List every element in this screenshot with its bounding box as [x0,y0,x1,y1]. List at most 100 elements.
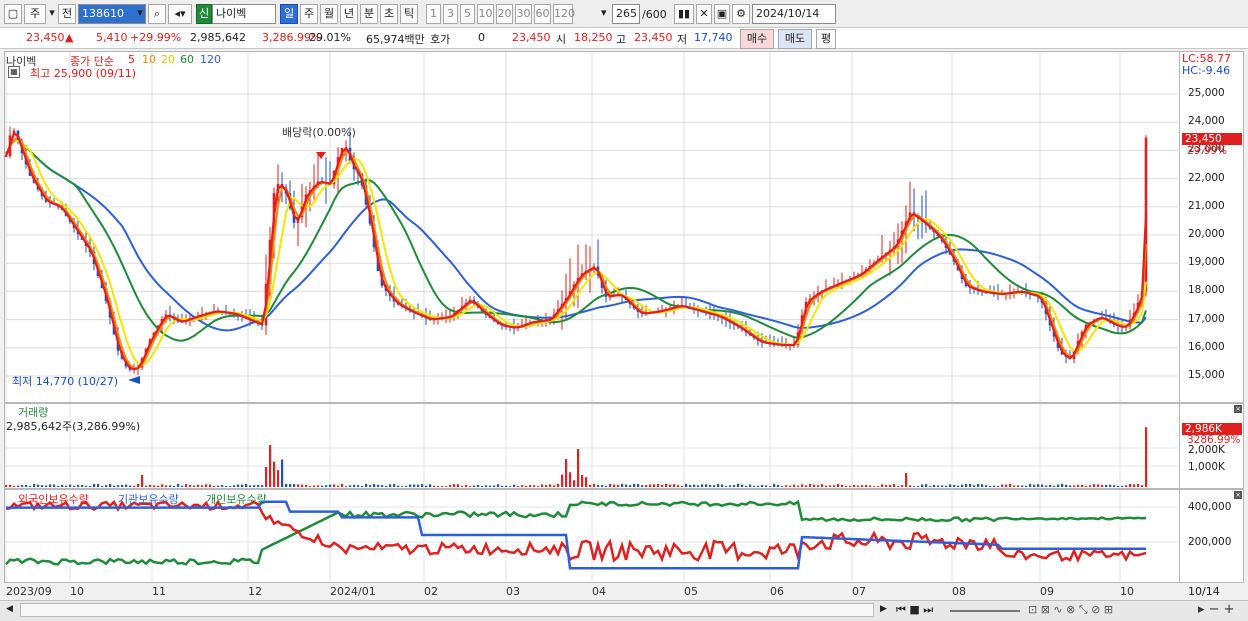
volume-bar [589,484,592,487]
volume-bar [17,485,20,487]
volume-bar [141,475,144,487]
volume-bar [653,484,656,487]
volume-bar [297,484,300,487]
volume-bar [561,474,564,487]
volume-bar [909,485,912,487]
volume-bar [1097,484,1100,487]
volume-bar [109,483,112,487]
volume-bar [117,485,120,487]
series-individual: 개인보유수량 [206,493,267,506]
volume-bar [137,483,140,487]
scroll-right-icon[interactable]: ▶ [880,604,887,614]
volume-bar [865,484,868,487]
volume-bar [189,485,192,487]
volume-bar [557,483,560,487]
volume-bar [657,484,660,487]
x-tick: 12 [248,585,262,598]
volume-bar [957,485,960,487]
volume-bar [965,484,968,487]
volume-bar [273,461,276,487]
chart-canvas[interactable] [0,0,1248,600]
volume-bar [445,486,448,487]
volume-bar [1113,485,1116,487]
volume-bar [753,485,756,487]
volume-bar [133,485,136,487]
ma120-line [5,139,1147,332]
volume-bar [781,486,784,487]
close-icon[interactable]: × [1234,405,1242,413]
volume-bar [925,484,928,487]
volume-bar [761,484,764,487]
volume-info: 2,985,642주(3,286.99%) [6,420,141,433]
series-institution: 기관보유수량 [118,493,179,506]
calculator-icon[interactable]: ▦ [8,66,20,78]
volume-bar [349,485,352,487]
volume-bar [949,484,952,487]
volume-bar [777,484,780,487]
volume-bar [585,477,588,487]
zoom-buttons[interactable]: ▸ − + [1198,602,1235,617]
bottom-scrollbar[interactable]: ◀ ▶ ⏮ ■ ⏭ ⊡ ⊠ ∿ ⊗ ⤡ ⊘ ⊞ ▸ − + [0,600,1248,621]
volume-bar [981,484,984,487]
volume-bar [357,485,360,487]
zoom-slider[interactable] [950,610,1020,612]
volume-bar [533,485,536,487]
volume-bar [201,485,204,487]
volume-bar [977,483,980,487]
price-tick: 25,000 [1188,87,1225,99]
volume-bar [89,486,92,487]
volume-bar [837,484,840,487]
volume-bar [1077,484,1080,487]
volume-bar [261,485,264,487]
volume-bar [489,485,492,487]
dividend-note: 배당락(0.00%) [282,126,356,139]
volume-bar [1033,484,1036,487]
close-icon[interactable]: × [1234,491,1242,499]
volume-bar [497,484,500,487]
volume-bar [493,485,496,487]
volume-bar [1005,484,1008,487]
volume-bar [737,483,740,487]
vol-tick-1000k: 1,000K [1188,461,1225,473]
volume-bar [325,485,328,487]
volume-bar [281,459,284,487]
volume-bar [729,485,732,487]
volume-bar [1133,484,1136,487]
vol-tick-2000k: 2,000K [1188,444,1225,456]
volume-bar [453,484,456,487]
volume-bar [49,484,52,487]
volume-bar [381,485,384,487]
volume-bar [213,485,216,487]
volume-bar [765,485,768,487]
volume-bar [353,484,356,487]
x-tick: 11 [152,585,166,598]
volume-bar [1073,485,1076,487]
volume-bar [857,485,860,487]
volume-bar [641,485,644,487]
volume-bar [205,484,208,487]
volume-bar [529,485,532,487]
volume-bar [169,485,172,487]
volume-bar [537,486,540,487]
volume-bar [681,486,684,487]
volume-bar [841,484,844,487]
volume-bar [785,485,788,487]
scroll-left-icon[interactable]: ◀ [6,604,13,614]
tool-icons[interactable]: ⊡ ⊠ ∿ ⊗ ⤡ ⊘ ⊞ [1028,603,1113,617]
x-tick: 08 [952,585,966,598]
volume-bar [305,484,308,487]
volume-bar [365,483,368,487]
volume-bar [385,485,388,487]
volume-bar [621,484,624,487]
volume-bar [685,483,688,487]
scroll-track[interactable] [20,603,874,617]
x-tick: 03 [506,585,520,598]
volume-bar [37,484,40,487]
playback-controls[interactable]: ⏮ ■ ⏭ [896,603,933,617]
volume-bar [677,485,680,487]
volume-bar [1013,485,1016,487]
volume-bar [773,483,776,487]
x-axis-end: 10/14 [1188,585,1220,598]
volume-bar [193,485,196,487]
volume-bar [61,485,64,487]
